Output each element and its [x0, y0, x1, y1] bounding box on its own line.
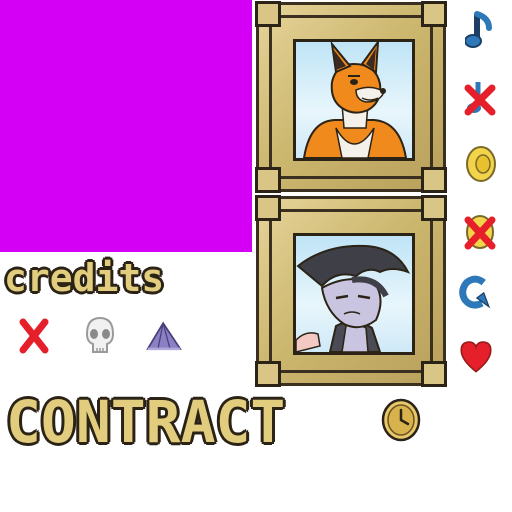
portrait-frame-creature: [255, 195, 447, 387]
fox-portrait: [293, 39, 415, 161]
close-icon[interactable]: [16, 318, 52, 354]
skull-icon[interactable]: [82, 316, 118, 354]
credits-label: credits: [4, 256, 165, 300]
tent-icon[interactable]: [146, 318, 182, 354]
music-note-icon[interactable]: [462, 11, 498, 48]
clock-icon[interactable]: [380, 398, 422, 442]
music-muted-icon[interactable]: [462, 80, 498, 116]
portrait-frame-fox: [255, 1, 447, 193]
magenta-placeholder-block: [0, 0, 252, 252]
sound-icon[interactable]: [462, 146, 498, 182]
creature-portrait: [293, 233, 415, 355]
heart-icon[interactable]: [458, 338, 494, 374]
sound-muted-icon[interactable]: [462, 214, 498, 250]
refresh-icon[interactable]: [458, 274, 494, 310]
contract-label: CONTRACT: [6, 388, 286, 456]
